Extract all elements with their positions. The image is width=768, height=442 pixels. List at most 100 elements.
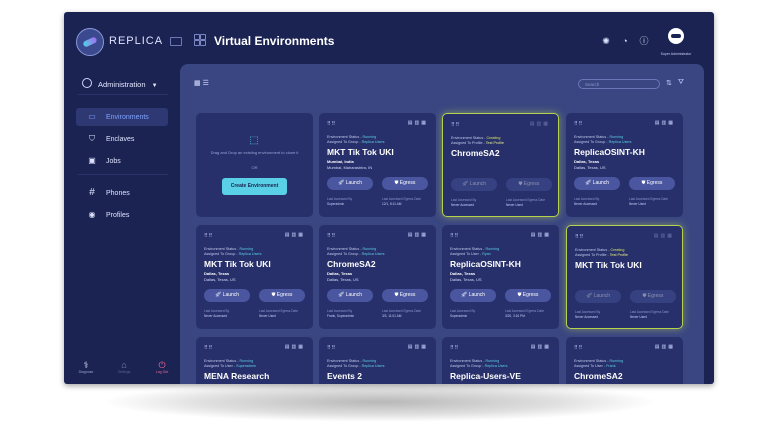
delete-icon[interactable]: ▦ — [544, 344, 551, 350]
edit-icon[interactable]: ▤ — [530, 121, 537, 127]
environment-card[interactable]: ⠿⠿ ▤▥▦ Environment Status - Running Assigne… — [196, 337, 313, 384]
list-view-icon[interactable]: ☰ — [203, 80, 211, 87]
edit-icon[interactable]: ▤ — [408, 232, 415, 238]
drag-handle-icon[interactable]: ⠿⠿ — [451, 122, 460, 128]
egress-icon: ⛊ — [394, 180, 399, 186]
delete-icon[interactable]: ▦ — [668, 344, 675, 350]
environment-card[interactable]: ⠿⠿ ▤▥▦ Environment Status - Running Assigne… — [196, 225, 313, 329]
environment-location: Dallas, Texas Dallas, Texas, US — [204, 271, 236, 282]
drag-handle-icon[interactable]: ⠿⠿ — [327, 233, 336, 239]
delete-icon[interactable]: ▦ — [421, 120, 428, 126]
last-egress-date: Last Accessed Egress Date Never Used — [506, 198, 545, 207]
egress-icon: ⛊ — [394, 292, 399, 298]
edit-icon[interactable]: ▤ — [408, 344, 415, 350]
drag-handle-icon[interactable]: ⠿⠿ — [575, 234, 584, 240]
sidebar-item-enclaves[interactable]: ⛉ Enclaves — [76, 130, 168, 148]
status-badge: Running — [362, 359, 377, 363]
environment-location: Dallas, Texas Dallas, Texas, US — [450, 271, 482, 282]
environment-card[interactable]: ⠿⠿ ▤▥▦ Environment Status - Creating Assign… — [442, 113, 559, 217]
egress-button[interactable]: ⛊ Egress — [505, 289, 551, 302]
hash-icon: # — [89, 187, 95, 198]
diagnose-button[interactable]: ⚕ Diagnose — [74, 360, 98, 374]
theme-sun-icon[interactable]: ✺ — [601, 36, 611, 46]
environment-card[interactable]: ⠿⠿ ▤▥▦ Environment Status - Creating Assign… — [566, 225, 683, 329]
egress-button[interactable]: ⛊ Egress — [630, 290, 676, 303]
notification-bell-icon[interactable]: ◔ — [620, 36, 630, 46]
launch-button[interactable]: 🚀︎ Launch — [575, 290, 621, 303]
user-avatar-icon[interactable] — [668, 28, 684, 44]
edit-icon[interactable]: ▤ — [655, 120, 662, 126]
environment-card[interactable]: ⠿⠿ ▤▥▦ Environment Status - Running Assigne… — [319, 225, 436, 329]
environment-card[interactable]: ⠿⠿ ▤▥▦ Environment Status - Running Assigne… — [319, 337, 436, 384]
edit-icon[interactable]: ▤ — [285, 344, 292, 350]
drag-handle-icon[interactable]: ⠿⠿ — [204, 233, 213, 239]
environment-card[interactable]: ⠿⠿ ▤▥▦ Environment Status - Running Assigne… — [566, 113, 683, 217]
delete-icon[interactable]: ▦ — [668, 120, 675, 126]
environment-card[interactable]: ⠿⠿ ▤▥▦ Environment Status - Running Assigne… — [442, 225, 559, 329]
card-actions: ▤▥▦ — [531, 344, 551, 350]
launch-button[interactable]: 🚀︎ Launch — [574, 177, 620, 190]
sort-icon[interactable]: ⇅ — [666, 79, 672, 87]
delete-icon[interactable]: ▦ — [421, 232, 428, 238]
delete-icon[interactable]: ▦ — [298, 344, 305, 350]
sidebar: Administration ▼ ▭ Environments ⛉ Enclaves… — [64, 70, 176, 384]
assignee: Test Profile — [485, 141, 504, 145]
clone-dropzone[interactable]: ⬚ Drag and Drop an existing environment … — [196, 113, 313, 217]
egress-button[interactable]: ⛊ Egress — [506, 178, 552, 191]
egress-button[interactable]: ⛊ Egress — [382, 289, 428, 302]
collapse-sidebar-icon[interactable] — [170, 37, 182, 46]
sidebar-item-phones[interactable]: # Phones — [76, 184, 168, 202]
egress-button[interactable]: ⛊ Egress — [382, 177, 428, 190]
settings-button[interactable]: ⌂ Settings — [112, 360, 136, 374]
delete-icon[interactable]: ▦ — [543, 121, 550, 127]
card-actions: ▤▥▦ — [285, 344, 305, 350]
edit-icon[interactable]: ▤ — [408, 120, 415, 126]
environment-status: Environment Status - Running Assigned To … — [574, 359, 624, 368]
environment-name: MKT Tik Tok UKI — [327, 147, 394, 157]
egress-button[interactable]: ⛊ Egress — [259, 289, 305, 302]
environment-status: Environment Status - Running Assigned To … — [327, 247, 385, 256]
environment-card[interactable]: ⠿⠿ ▤▥▦ Environment Status - Running Assigne… — [319, 113, 436, 217]
rocket-icon: 🚀︎ — [584, 180, 592, 186]
launch-button[interactable]: 🚀︎ Launch — [451, 178, 497, 191]
drag-handle-icon[interactable]: ⠿⠿ — [204, 345, 213, 351]
sidebar-item-environments[interactable]: ▭ Environments — [76, 108, 168, 126]
drag-handle-icon[interactable]: ⠿⠿ — [450, 345, 459, 351]
edit-icon[interactable]: ▤ — [655, 344, 662, 350]
launch-button[interactable]: 🚀︎ Launch — [204, 289, 250, 302]
grid-view-icon[interactable]: ▦ — [194, 80, 203, 87]
launch-button[interactable]: 🚀︎ Launch — [327, 177, 373, 190]
delete-icon[interactable]: ▦ — [667, 233, 674, 239]
egress-button[interactable]: ⛊ Egress — [629, 177, 675, 190]
search-input[interactable]: Search — [578, 79, 660, 89]
logout-button[interactable]: ⏻ Log Out — [150, 360, 174, 374]
edit-icon[interactable]: ▤ — [654, 233, 661, 239]
drag-handle-icon[interactable]: ⠿⠿ — [327, 345, 336, 351]
delete-icon[interactable]: ▦ — [298, 232, 305, 238]
drag-handle-icon[interactable]: ⠿⠿ — [450, 233, 459, 239]
edit-icon[interactable]: ▤ — [531, 232, 538, 238]
rocket-icon: 🚀︎ — [585, 293, 593, 299]
launch-button[interactable]: 🚀︎ Launch — [450, 289, 496, 302]
delete-icon[interactable]: ▦ — [544, 232, 551, 238]
filter-icon[interactable]: ⛛ — [678, 79, 684, 87]
card-actions: ▤▥▦ — [654, 233, 674, 239]
role-selector[interactable]: Administration ▼ — [82, 78, 158, 89]
rocket-icon: 🚀︎ — [460, 292, 468, 298]
sidebar-item-profiles[interactable]: ◉ Profiles — [76, 206, 168, 224]
logout-icon: ⏻ — [158, 360, 166, 370]
drag-handle-icon[interactable]: ⠿⠿ — [574, 121, 583, 127]
info-icon[interactable]: ⓘ — [639, 36, 649, 46]
sidebar-item-jobs[interactable]: ▣ Jobs — [76, 152, 168, 170]
delete-icon[interactable]: ▦ — [421, 344, 428, 350]
drag-handle-icon[interactable]: ⠿⠿ — [327, 121, 336, 127]
environment-name: MENA Research — [204, 371, 270, 381]
launch-button[interactable]: 🚀︎ Launch — [327, 289, 373, 302]
create-environment-button[interactable]: Create Environment — [222, 178, 287, 195]
edit-icon[interactable]: ▤ — [531, 344, 538, 350]
environment-card[interactable]: ⠿⠿ ▤▥▦ Environment Status - Running Assigne… — [566, 337, 683, 384]
edit-icon[interactable]: ▤ — [285, 232, 292, 238]
card-actions: ▤▥▦ — [655, 120, 675, 126]
environment-card[interactable]: ⠿⠿ ▤▥▦ Environment Status - Running Assigne… — [442, 337, 559, 384]
drag-handle-icon[interactable]: ⠿⠿ — [574, 345, 583, 351]
